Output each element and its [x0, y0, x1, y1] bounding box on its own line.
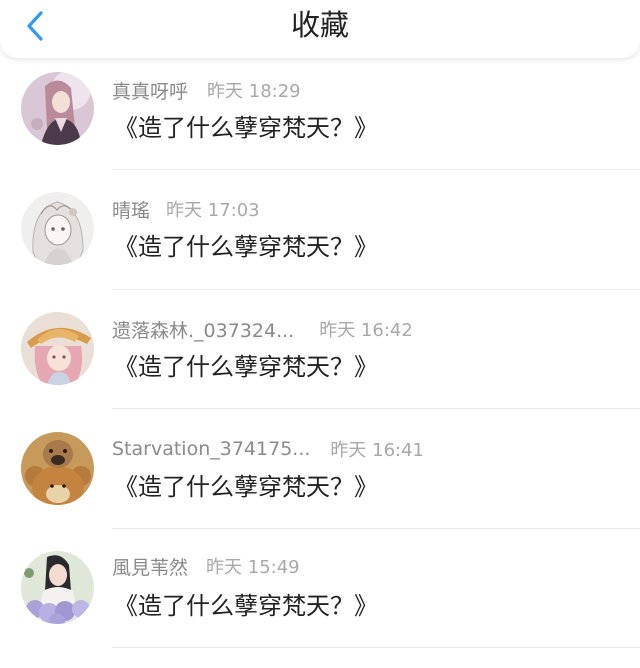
- divider: [112, 408, 640, 409]
- favorites-list: 真真呀呼 昨天 18:29 《造了什么孽穿梵天？》 晴瑤 昨天 17:03 《造…: [0, 58, 640, 658]
- list-item[interactable]: Starvation_374175... 昨天 16:41 《造了什么孽穿梵天？…: [0, 418, 640, 538]
- username[interactable]: 真真呀呼: [112, 77, 188, 104]
- divider: [112, 528, 640, 529]
- dog-bear-avatar: [21, 432, 94, 505]
- message-text[interactable]: 《造了什么孽穿梵天？》: [114, 232, 378, 262]
- flower-girl-avatar: [21, 551, 94, 624]
- username[interactable]: 遗落森林._037324...: [112, 316, 294, 343]
- favorites-screen: 收藏 真真呀呼 昨天 18:29 《造了什么孽穿梵天？》 晴瑤 昨天 17:03…: [0, 0, 640, 668]
- avatar[interactable]: [21, 432, 94, 505]
- list-item[interactable]: 遗落森林._037324... 昨天 16:42 《造了什么孽穿梵天？》: [0, 298, 640, 418]
- avatar[interactable]: [21, 72, 94, 145]
- page-title: 收藏: [290, 8, 349, 42]
- list-item[interactable]: 真真呀呼 昨天 18:29 《造了什么孽穿梵天？》: [0, 58, 640, 178]
- username[interactable]: 風見苇然: [112, 553, 188, 580]
- top-bar: 收藏: [0, 0, 640, 58]
- divider: [112, 169, 640, 170]
- hat-girl-avatar: [21, 312, 94, 385]
- avatar[interactable]: [21, 551, 94, 624]
- sketch-girl-avatar: [21, 192, 94, 265]
- list-item[interactable]: 晴瑤 昨天 17:03 《造了什么孽穿梵天？》: [0, 178, 640, 298]
- timestamp: 昨天 16:41: [330, 440, 425, 461]
- timestamp: 昨天 16:42: [319, 320, 413, 341]
- avatar[interactable]: [21, 192, 94, 265]
- list-item[interactable]: 風見苇然 昨天 15:49 《造了什么孽穿梵天？》: [0, 538, 640, 658]
- message-text[interactable]: 《造了什么孽穿梵天？》: [114, 113, 378, 143]
- timestamp: 昨天 17:03: [166, 200, 260, 221]
- username[interactable]: Starvation_374175...: [112, 438, 310, 460]
- anime-girl-avatar: [21, 72, 94, 145]
- divider: [112, 289, 640, 290]
- message-text[interactable]: 《造了什么孽穿梵天？》: [114, 591, 378, 621]
- divider: [112, 647, 640, 648]
- avatar[interactable]: [21, 312, 94, 385]
- message-text[interactable]: 《造了什么孽穿梵天？》: [114, 352, 378, 382]
- timestamp: 昨天 18:29: [207, 81, 301, 102]
- message-text[interactable]: 《造了什么孽穿梵天？》: [114, 472, 378, 502]
- timestamp: 昨天 15:49: [206, 557, 300, 578]
- username[interactable]: 晴瑤: [112, 196, 150, 223]
